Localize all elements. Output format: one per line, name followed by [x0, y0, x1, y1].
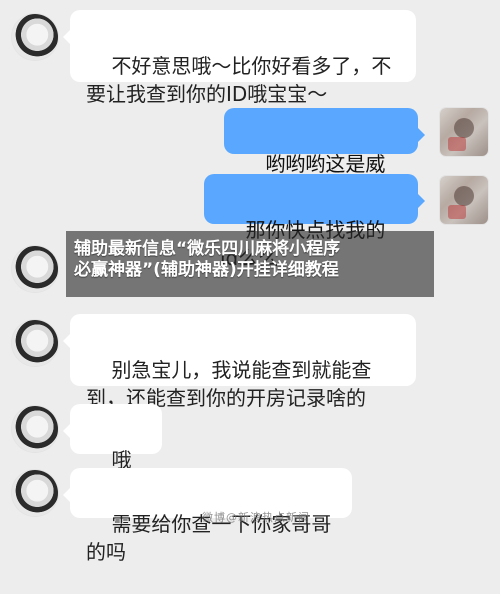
contact-avatar[interactable]: [12, 320, 58, 366]
headline-line-2: 必赢神器”(辅助神器)开挂详细教程: [74, 260, 339, 280]
contact-avatar[interactable]: [12, 406, 58, 452]
incoming-message-bubble[interactable]: 哦对了: [63, 404, 162, 500]
message-text: 别急宝儿，我说能查到就能查到，还能查到你的开房记录啥的: [86, 358, 372, 410]
contact-avatar[interactable]: [12, 14, 58, 60]
contact-avatar[interactable]: [12, 470, 58, 516]
incoming-message-bubble[interactable]: 不好意思哦～比你好看多了，不要让我查到你的ID哦宝宝～: [63, 10, 416, 106]
headline-line-1: 辅助最新信息“微乐四川麻将小程序: [74, 239, 341, 259]
headline-overlay: 辅助最新信息“微乐四川麻将小程序 必赢神器”(辅助神器)开挂详细教程: [66, 231, 434, 297]
incoming-message-bubble[interactable]: 别急宝儿，我说能查到就能查到，还能查到你的开房记录啥的: [63, 314, 416, 410]
user-avatar[interactable]: [440, 176, 488, 224]
message-text: 不好意思哦～比你好看多了，不要让我查到你的ID哦宝宝～: [86, 54, 392, 106]
user-avatar[interactable]: [440, 108, 488, 156]
watermark: 微博@新浪热点新闻: [202, 511, 310, 524]
contact-avatar[interactable]: [12, 246, 58, 292]
outgoing-message-bubble[interactable]: 哟哟哟这是威胁我咯: [224, 108, 425, 204]
outgoing-message-bubble[interactable]: 那你快点找我的id么么: [204, 174, 425, 270]
